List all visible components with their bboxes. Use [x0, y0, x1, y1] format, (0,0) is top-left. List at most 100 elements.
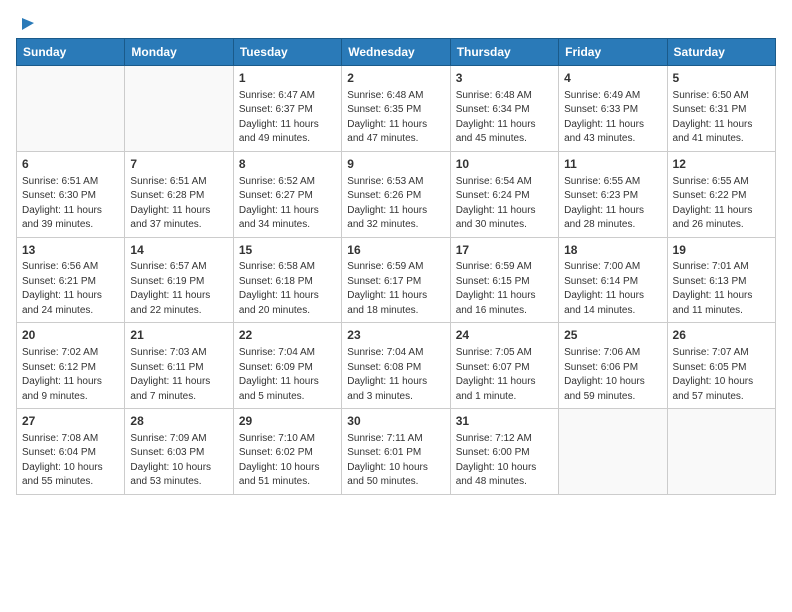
day-number: 10 — [456, 156, 553, 173]
calendar-day-cell: 10 Sunrise: 6:54 AMSunset: 6:24 PMDayligh… — [450, 151, 558, 237]
day-info: Sunrise: 6:59 AMSunset: 6:17 PMDaylight:… — [347, 260, 444, 318]
weekday-header-row: SundayMondayTuesdayWednesdayThursdayFrid… — [17, 39, 776, 66]
day-info: Sunrise: 6:58 AMSunset: 6:18 PMDaylight:… — [239, 260, 336, 318]
calendar-body: 1 Sunrise: 6:47 AMSunset: 6:37 PMDaylight… — [17, 66, 776, 495]
calendar-day-cell: 4Sunrise: 6:49 AMSunset: 6:33 PMDaylight… — [559, 66, 667, 152]
day-number: 24 — [456, 327, 553, 344]
calendar-day-cell: 1 Sunrise: 6:47 AMSunset: 6:37 PMDaylight… — [233, 66, 341, 152]
day-info: Sunrise: 7:01 AMSunset: 6:13 PMDaylight:… — [673, 260, 770, 318]
day-number: 23 — [347, 327, 444, 344]
calendar-day-cell: 5 Sunrise: 6:50 AMSunset: 6:31 PMDaylight… — [667, 66, 775, 152]
calendar-day-cell: 22Sunrise: 7:04 AMSunset: 6:09 PMDayligh… — [233, 323, 341, 409]
day-info: Sunrise: 7:02 AMSunset: 6:12 PMDaylight:… — [22, 346, 119, 404]
day-info: Sunrise: 7:05 AMSunset: 6:07 PMDaylight:… — [456, 346, 553, 404]
day-number: 17 — [456, 242, 553, 259]
day-info: Sunrise: 7:07 AMSunset: 6:05 PMDaylight:… — [673, 346, 770, 404]
day-info: Sunrise: 7:06 AMSunset: 6:06 PMDaylight:… — [564, 346, 661, 404]
day-number: 5 — [673, 70, 770, 87]
logo-triangle-icon — [20, 16, 34, 30]
page-header — [16, 16, 776, 30]
day-info: Sunrise: 6:54 AMSunset: 6:24 PMDaylight:… — [456, 175, 553, 233]
calendar-day-cell: 18Sunrise: 7:00 AMSunset: 6:14 PMDayligh… — [559, 237, 667, 323]
logo — [16, 16, 34, 30]
calendar-day-cell — [559, 409, 667, 495]
day-info: Sunrise: 6:59 AMSunset: 6:15 PMDaylight:… — [456, 260, 553, 318]
day-number: 2 — [347, 70, 444, 87]
calendar-day-cell: 7 Sunrise: 6:51 AMSunset: 6:28 PMDaylight… — [125, 151, 233, 237]
day-info: Sunrise: 6:51 AMSunset: 6:30 PMDaylight:… — [22, 175, 119, 233]
day-number: 18 — [564, 242, 661, 259]
weekday-header-cell: Friday — [559, 39, 667, 66]
calendar-day-cell: 25 Sunrise: 7:06 AMSunset: 6:06 PMDayligh… — [559, 323, 667, 409]
calendar-day-cell: 23 Sunrise: 7:04 AMSunset: 6:08 PMDayligh… — [342, 323, 450, 409]
calendar-day-cell: 3Sunrise: 6:48 AMSunset: 6:34 PMDaylight… — [450, 66, 558, 152]
day-number: 27 — [22, 413, 119, 430]
day-info: Sunrise: 7:03 AMSunset: 6:11 PMDaylight:… — [130, 346, 227, 404]
day-info: Sunrise: 6:48 AMSunset: 6:34 PMDaylight:… — [456, 89, 553, 147]
weekday-header-cell: Tuesday — [233, 39, 341, 66]
day-number: 1 — [239, 70, 336, 87]
day-info: Sunrise: 6:52 AMSunset: 6:27 PMDaylight:… — [239, 175, 336, 233]
day-number: 7 — [130, 156, 227, 173]
day-info: Sunrise: 6:47 AMSunset: 6:37 PMDaylight:… — [239, 89, 336, 147]
day-info: Sunrise: 7:10 AMSunset: 6:02 PMDaylight:… — [239, 432, 336, 490]
calendar-day-cell: 14Sunrise: 6:57 AMSunset: 6:19 PMDayligh… — [125, 237, 233, 323]
day-number: 30 — [347, 413, 444, 430]
calendar-day-cell: 2 Sunrise: 6:48 AMSunset: 6:35 PMDaylight… — [342, 66, 450, 152]
calendar-day-cell — [17, 66, 125, 152]
calendar-day-cell: 13Sunrise: 6:56 AMSunset: 6:21 PMDayligh… — [17, 237, 125, 323]
calendar-day-cell: 27 Sunrise: 7:08 AMSunset: 6:04 PMDayligh… — [17, 409, 125, 495]
day-info: Sunrise: 6:55 AMSunset: 6:22 PMDaylight:… — [673, 175, 770, 233]
calendar-day-cell: 26 Sunrise: 7:07 AMSunset: 6:05 PMDayligh… — [667, 323, 775, 409]
calendar-day-cell: 21 Sunrise: 7:03 AMSunset: 6:11 PMDayligh… — [125, 323, 233, 409]
calendar-week-row: 6Sunrise: 6:51 AMSunset: 6:30 PMDaylight… — [17, 151, 776, 237]
calendar-day-cell: 12 Sunrise: 6:55 AMSunset: 6:22 PMDayligh… — [667, 151, 775, 237]
weekday-header-cell: Saturday — [667, 39, 775, 66]
day-info: Sunrise: 6:56 AMSunset: 6:21 PMDaylight:… — [22, 260, 119, 318]
day-info: Sunrise: 6:48 AMSunset: 6:35 PMDaylight:… — [347, 89, 444, 147]
calendar-week-row: 1 Sunrise: 6:47 AMSunset: 6:37 PMDaylight… — [17, 66, 776, 152]
day-number: 31 — [456, 413, 553, 430]
day-number: 16 — [347, 242, 444, 259]
day-info: Sunrise: 6:53 AMSunset: 6:26 PMDaylight:… — [347, 175, 444, 233]
calendar-day-cell: 6Sunrise: 6:51 AMSunset: 6:30 PMDaylight… — [17, 151, 125, 237]
day-info: Sunrise: 7:04 AMSunset: 6:08 PMDaylight:… — [347, 346, 444, 404]
calendar-table: SundayMondayTuesdayWednesdayThursdayFrid… — [16, 38, 776, 495]
calendar-day-cell: 24 Sunrise: 7:05 AMSunset: 6:07 PMDayligh… — [450, 323, 558, 409]
day-number: 29 — [239, 413, 336, 430]
day-info: Sunrise: 7:08 AMSunset: 6:04 PMDaylight:… — [22, 432, 119, 490]
calendar-day-cell: 29 Sunrise: 7:10 AMSunset: 6:02 PMDayligh… — [233, 409, 341, 495]
day-info: Sunrise: 6:50 AMSunset: 6:31 PMDaylight:… — [673, 89, 770, 147]
calendar-day-cell: 31Sunrise: 7:12 AMSunset: 6:00 PMDayligh… — [450, 409, 558, 495]
day-info: Sunrise: 6:51 AMSunset: 6:28 PMDaylight:… — [130, 175, 227, 233]
day-number: 19 — [673, 242, 770, 259]
calendar-day-cell: 30 Sunrise: 7:11 AMSunset: 6:01 PMDayligh… — [342, 409, 450, 495]
day-info: Sunrise: 7:04 AMSunset: 6:09 PMDaylight:… — [239, 346, 336, 404]
day-number: 20 — [22, 327, 119, 344]
day-number: 25 — [564, 327, 661, 344]
day-number: 12 — [673, 156, 770, 173]
calendar-day-cell: 19Sunrise: 7:01 AMSunset: 6:13 PMDayligh… — [667, 237, 775, 323]
calendar-day-cell — [125, 66, 233, 152]
weekday-header-cell: Thursday — [450, 39, 558, 66]
calendar-day-cell: 15Sunrise: 6:58 AMSunset: 6:18 PMDayligh… — [233, 237, 341, 323]
day-info: Sunrise: 7:00 AMSunset: 6:14 PMDaylight:… — [564, 260, 661, 318]
day-number: 26 — [673, 327, 770, 344]
weekday-header-cell: Sunday — [17, 39, 125, 66]
day-info: Sunrise: 6:55 AMSunset: 6:23 PMDaylight:… — [564, 175, 661, 233]
day-number: 28 — [130, 413, 227, 430]
day-number: 15 — [239, 242, 336, 259]
calendar-week-row: 20 Sunrise: 7:02 AMSunset: 6:12 PMDayligh… — [17, 323, 776, 409]
day-info: Sunrise: 7:09 AMSunset: 6:03 PMDaylight:… — [130, 432, 227, 490]
calendar-week-row: 27 Sunrise: 7:08 AMSunset: 6:04 PMDayligh… — [17, 409, 776, 495]
calendar-day-cell: 28 Sunrise: 7:09 AMSunset: 6:03 PMDayligh… — [125, 409, 233, 495]
calendar-day-cell: 9Sunrise: 6:53 AMSunset: 6:26 PMDaylight… — [342, 151, 450, 237]
calendar-day-cell: 16Sunrise: 6:59 AMSunset: 6:17 PMDayligh… — [342, 237, 450, 323]
day-number: 11 — [564, 156, 661, 173]
calendar-day-cell: 8Sunrise: 6:52 AMSunset: 6:27 PMDaylight… — [233, 151, 341, 237]
day-number: 21 — [130, 327, 227, 344]
weekday-header-cell: Monday — [125, 39, 233, 66]
day-info: Sunrise: 7:11 AMSunset: 6:01 PMDaylight:… — [347, 432, 444, 490]
day-number: 14 — [130, 242, 227, 259]
calendar-day-cell: 17Sunrise: 6:59 AMSunset: 6:15 PMDayligh… — [450, 237, 558, 323]
